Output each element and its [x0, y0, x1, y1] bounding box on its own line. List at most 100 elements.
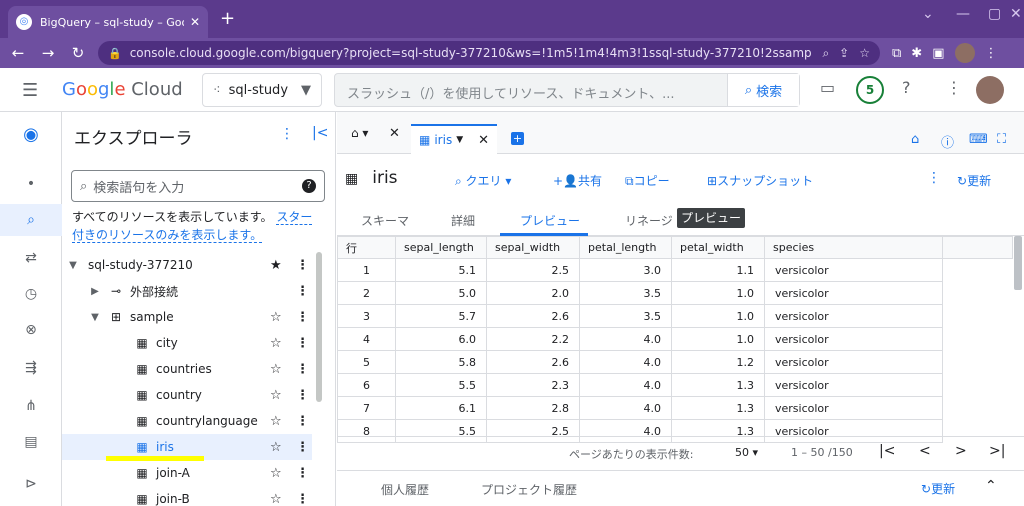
table-cell[interactable]: versicolor	[764, 396, 943, 420]
back-icon[interactable]: ←	[6, 44, 30, 62]
table-cell[interactable]: 1.1	[671, 258, 765, 282]
expand-arrow-icon[interactable]: ▼	[88, 312, 102, 323]
tree-row-table[interactable]: ▦ join-B ☆ ⋮	[62, 486, 312, 506]
tab-details[interactable]: 詳細	[451, 212, 475, 229]
new-tab-icon[interactable]: +	[220, 8, 235, 29]
google-cloud-logo[interactable]: Google Cloud	[62, 79, 183, 100]
table-cell[interactable]: 6.1	[395, 396, 487, 420]
fullscreen-icon[interactable]: ⛶	[997, 132, 1006, 147]
refresh-button[interactable]: ↻更新	[957, 172, 991, 189]
tree-row-table[interactable]: ▦ city ☆ ⋮	[62, 330, 312, 356]
table-cell[interactable]: 2.6	[486, 350, 580, 374]
table-cell[interactable]: 4.0	[579, 396, 672, 420]
address-bar[interactable]: 🔒 console.cloud.google.com/bigquery?proj…	[98, 41, 880, 65]
cloud-shell-icon[interactable]: ▭	[820, 78, 835, 97]
table-cell[interactable]: versicolor	[764, 350, 943, 374]
table-cell[interactable]: 2.2	[486, 327, 580, 351]
tree-row-dataset[interactable]: ▼ ⊞ sample ☆ ⋮	[62, 304, 312, 330]
bookmark-star-icon[interactable]: ☆	[859, 46, 870, 60]
more-vert-icon[interactable]: ⋮	[296, 362, 309, 377]
tab-iris[interactable]: ▦ iris ▼ ✕	[411, 124, 497, 154]
star-outline-icon[interactable]: ☆	[270, 310, 282, 325]
explorer-search-input[interactable]: ⌕ 検索語句を入力 ?	[71, 170, 325, 202]
star-outline-icon[interactable]: ☆	[270, 362, 282, 377]
collapse-panel-icon[interactable]: |<	[312, 125, 328, 141]
first-page-icon[interactable]: |<	[879, 443, 895, 459]
column-header[interactable]: petal_length	[579, 236, 672, 259]
expand-rail-icon[interactable]: ⊳	[0, 476, 62, 492]
transfer-icon[interactable]: ⇄	[0, 250, 62, 266]
table-cell[interactable]: 3.0	[579, 258, 672, 282]
extension-icon[interactable]: ⧉	[892, 46, 901, 61]
tree-project-row[interactable]: ▼ sql-study-377210 ★ ⋮	[62, 252, 312, 278]
more-vert-icon[interactable]: ⋮	[946, 78, 962, 97]
graph-icon[interactable]: ⋔	[0, 398, 62, 414]
search-button[interactable]: ⌕ 検索	[727, 74, 799, 106]
close-tab-icon[interactable]: ✕	[478, 133, 489, 148]
star-outline-icon[interactable]: ☆	[270, 466, 282, 481]
explorer-more-icon[interactable]: ⋮	[280, 126, 294, 142]
last-page-icon[interactable]: >|	[989, 443, 1005, 459]
table-cell[interactable]: versicolor	[764, 258, 943, 282]
more-vert-icon[interactable]: ⋮	[296, 388, 309, 403]
table-cell[interactable]: 3.5	[579, 304, 672, 328]
table-cell[interactable]: 5.0	[395, 281, 487, 305]
home-tab-icon[interactable]: ⌂ ▾	[351, 126, 368, 140]
notifications-badge[interactable]: 5	[856, 76, 884, 104]
keyboard-icon[interactable]: ⌨	[969, 132, 988, 147]
tree-row-table[interactable]: ▦ country ☆ ⋮	[62, 382, 312, 408]
browser-menu-icon[interactable]: ⋮	[985, 46, 998, 61]
table-cell[interactable]: 1.3	[671, 373, 765, 397]
maximize-icon[interactable]: ▢	[988, 6, 1001, 22]
tab-lineage[interactable]: リネージ	[625, 212, 673, 229]
table-cell[interactable]: 1.0	[671, 327, 765, 351]
more-vert-icon[interactable]: ⋮	[296, 310, 309, 325]
help-icon[interactable]: ?	[302, 179, 316, 193]
more-vert-icon[interactable]: ⋮	[296, 284, 309, 299]
tab-project-history[interactable]: プロジェクト履歴	[481, 481, 577, 498]
table-cell[interactable]: 1.2	[671, 350, 765, 374]
table-cell[interactable]: 2.3	[486, 373, 580, 397]
info-icon[interactable]: ⓘ	[941, 132, 954, 151]
table-cell[interactable]: 2.8	[486, 396, 580, 420]
history-refresh-button[interactable]: ↻更新	[921, 480, 955, 497]
analytics-icon[interactable]: ⊗	[0, 322, 62, 338]
tab-schema[interactable]: スキーマ	[361, 212, 409, 229]
snapshot-button[interactable]: ⊞スナップショット	[707, 172, 813, 189]
star-outline-icon[interactable]: ☆	[270, 336, 282, 351]
close-tab-icon[interactable]: ✕	[389, 126, 400, 141]
minimize-icon[interactable]: —	[956, 6, 970, 22]
table-cell[interactable]: 5.8	[395, 350, 487, 374]
table-cell[interactable]: 5.7	[395, 304, 487, 328]
column-header[interactable]: species	[764, 236, 943, 259]
table-cell[interactable]: 4.0	[579, 327, 672, 351]
expand-arrow-icon[interactable]: ▼	[66, 260, 80, 271]
tab-preview[interactable]: プレビュー	[520, 212, 580, 229]
share-icon[interactable]: ⇪	[839, 46, 849, 60]
more-vert-icon[interactable]: ⋮	[296, 466, 309, 481]
expand-arrow-icon[interactable]: ▶	[88, 286, 102, 297]
table-cell[interactable]: 2.5	[486, 258, 580, 282]
add-tab-icon[interactable]: +	[511, 132, 524, 145]
rows-per-page-select[interactable]: 50 ▾	[735, 446, 758, 459]
project-selector[interactable]: ⁖ sql-study ▼	[202, 73, 322, 107]
table-cell[interactable]: versicolor	[764, 304, 943, 328]
table-cell[interactable]: 4.0	[579, 373, 672, 397]
table-cell[interactable]: versicolor	[764, 327, 943, 351]
copy-button[interactable]: ⧉コピー	[625, 172, 670, 189]
help-icon[interactable]: ?	[902, 78, 911, 97]
chevron-up-icon[interactable]: ⌃	[985, 478, 997, 494]
table-cell[interactable]: 2.0	[486, 281, 580, 305]
tree-row-table[interactable]: ▦ join-A ☆ ⋮	[62, 460, 312, 486]
close-window-icon[interactable]: ✕	[1010, 6, 1022, 22]
star-filled-icon[interactable]: ★	[270, 258, 282, 273]
table-scrollbar[interactable]	[1014, 236, 1022, 290]
table-cell[interactable]: 1.0	[671, 304, 765, 328]
lock-icon[interactable]: 🔒	[108, 47, 122, 60]
explorer-scrollbar[interactable]	[316, 252, 322, 402]
forward-icon[interactable]: →	[36, 44, 60, 62]
close-tab-icon[interactable]: ✕	[190, 15, 200, 29]
tree-row-external[interactable]: ▶ ⊸ 外部接続 ⋮	[62, 278, 312, 304]
table-cell[interactable]: 2.6	[486, 304, 580, 328]
star-outline-icon[interactable]: ☆	[270, 388, 282, 403]
